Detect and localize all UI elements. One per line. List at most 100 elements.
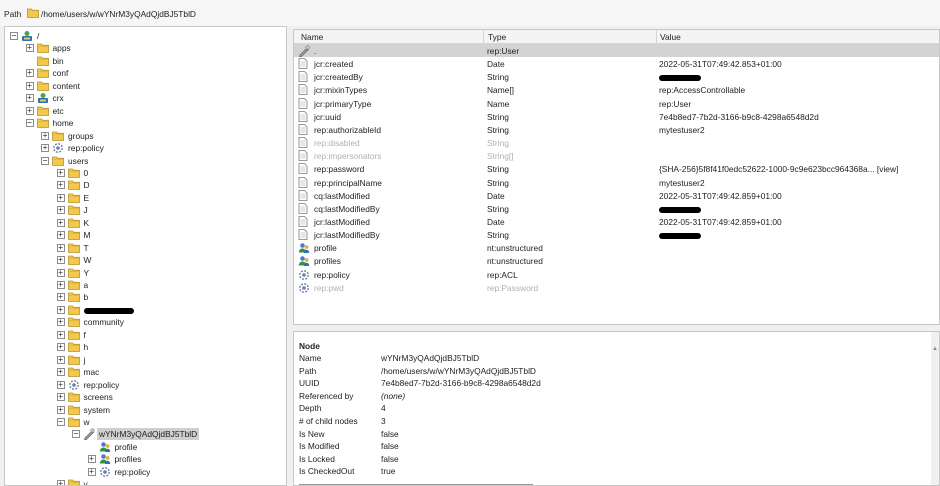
tree-node-label[interactable]: /: [37, 30, 39, 42]
property-row[interactable]: jcr:createdBy String: [294, 70, 939, 83]
expand-toggle-icon[interactable]: +: [56, 393, 65, 402]
expand-toggle-icon[interactable]: +: [56, 368, 65, 377]
property-row[interactable]: rep:impersonators String[]: [294, 149, 939, 162]
property-row[interactable]: rep:pwd rep:Password: [294, 281, 939, 294]
tree-node-label[interactable]: system: [84, 404, 111, 416]
expand-toggle-icon[interactable]: +: [56, 380, 65, 389]
path-value[interactable]: /home/users/w/wYNrM3yQAdQjdBJ5TblD: [41, 9, 196, 19]
expand-toggle-icon[interactable]: +: [56, 318, 65, 327]
tree-node[interactable]: + etc: [5, 105, 285, 117]
property-row[interactable]: rep:disabled String: [294, 136, 939, 149]
tree-node[interactable]: + M: [5, 229, 285, 241]
expand-toggle-icon[interactable]: +: [56, 193, 65, 202]
tree-node[interactable]: + a: [5, 279, 285, 291]
column-header-type[interactable]: Type: [488, 32, 506, 42]
tree-node-label[interactable]: 0: [84, 167, 89, 179]
property-row[interactable]: rep:policy rep:ACL: [294, 268, 939, 281]
tree-node-label[interactable]: screens: [84, 391, 113, 403]
tree-node[interactable]: + T: [5, 242, 285, 254]
property-row[interactable]: jcr:created Date 2022-05-31T07:49:42.853+0…: [294, 57, 939, 70]
tree-node[interactable]: + W: [5, 254, 285, 266]
property-row[interactable]: jcr:lastModified Date 2022-05-31T07:49:42.…: [294, 215, 939, 228]
tree-node-label[interactable]: rep:policy: [68, 142, 104, 154]
property-row[interactable]: jcr:lastModifiedBy String: [294, 228, 939, 241]
vertical-scrollbar[interactable]: ▲: [931, 332, 939, 485]
expand-toggle-icon[interactable]: +: [56, 330, 65, 339]
tree-node-label[interactable]: community: [84, 316, 125, 328]
tree-node-label[interactable]: [83, 304, 134, 316]
tree-node-label[interactable]: D: [84, 179, 90, 191]
tree-node[interactable]: − /: [5, 30, 285, 42]
expand-toggle-icon[interactable]: +: [56, 206, 65, 215]
tree-node-label[interactable]: E: [84, 192, 90, 204]
property-row[interactable]: . rep:User: [294, 44, 939, 58]
tree-node[interactable]: + f: [5, 329, 285, 341]
tree-node[interactable]: + conf: [5, 67, 285, 79]
collapse-toggle-icon[interactable]: −: [25, 119, 34, 128]
tree-node[interactable]: + rep:policy: [5, 466, 285, 478]
property-row[interactable]: jcr:mixinTypes Name[] rep:AccessControllab…: [294, 83, 939, 96]
tree-node[interactable]: + community: [5, 316, 285, 328]
property-row[interactable]: jcr:uuid String 7e4b8ed7-7b2d-3166-b9c8-42…: [294, 110, 939, 123]
expand-toggle-icon[interactable]: +: [56, 281, 65, 289]
tree-node-label[interactable]: M: [84, 229, 91, 241]
tree-node[interactable]: + rep:policy: [5, 379, 285, 391]
expand-toggle-icon[interactable]: +: [56, 218, 65, 227]
tree-node[interactable]: + content: [5, 80, 285, 92]
expand-toggle-icon[interactable]: +: [56, 168, 65, 177]
tree-node[interactable]: + crx: [5, 92, 285, 104]
tree-node[interactable]: + Y: [5, 267, 285, 279]
tree-node[interactable]: − home: [5, 117, 285, 129]
property-row[interactable]: cq:lastModifiedBy String: [294, 202, 939, 215]
tree-node[interactable]: + mac: [5, 366, 285, 378]
expand-toggle-icon[interactable]: +: [25, 81, 34, 90]
expand-toggle-icon[interactable]: +: [56, 305, 65, 314]
tree-node-label[interactable]: apps: [53, 42, 71, 54]
tree-node[interactable]: + groups: [5, 130, 285, 142]
collapse-toggle-icon[interactable]: −: [41, 156, 49, 165]
tree-node[interactable]: − wYNrM3yQAdQjdBJ5TblD: [5, 428, 285, 441]
expand-toggle-icon[interactable]: +: [25, 106, 34, 115]
collapse-toggle-icon[interactable]: −: [10, 32, 18, 40]
tree-node[interactable]: + E: [5, 192, 285, 204]
tree-node[interactable]: + D: [5, 179, 285, 191]
tree-node[interactable]: + b: [5, 291, 285, 303]
expand-toggle-icon[interactable]: +: [56, 293, 65, 302]
tree-node-label[interactable]: conf: [53, 67, 69, 79]
column-header-name[interactable]: Name: [301, 32, 323, 42]
tree-node-label[interactable]: groups: [68, 130, 94, 142]
expand-toggle-icon[interactable]: +: [56, 256, 65, 265]
tree-node[interactable]: +: [5, 304, 285, 316]
tree-node-label[interactable]: content: [53, 80, 80, 92]
expand-toggle-icon[interactable]: +: [56, 355, 65, 364]
tree-node[interactable]: + apps: [5, 42, 285, 54]
column-header-value[interactable]: Value: [660, 32, 681, 42]
expand-toggle-icon[interactable]: +: [56, 268, 65, 277]
tree-node-label[interactable]: y: [84, 478, 88, 485]
tree-node-label[interactable]: f: [84, 329, 86, 341]
collapse-toggle-icon[interactable]: −: [56, 417, 65, 426]
tree-node-label[interactable]: j: [84, 354, 86, 366]
tree-node-label[interactable]: rep:policy: [115, 466, 151, 478]
tree-node[interactable]: + K: [5, 217, 285, 229]
tree-node-label[interactable]: home: [53, 117, 74, 129]
property-row[interactable]: profiles nt:unstructured: [294, 254, 939, 267]
property-row[interactable]: rep:password String {SHA-256}5f8f41f0edc52…: [294, 162, 939, 175]
tree-node-label[interactable]: mac: [84, 366, 100, 378]
tree-node-label[interactable]: profile: [115, 441, 138, 453]
tree-node[interactable]: + screens: [5, 391, 285, 403]
column-divider[interactable]: [483, 30, 484, 43]
tree-node-label[interactable]: profiles: [115, 453, 142, 465]
tree-node-label[interactable]: rep:policy: [84, 379, 120, 391]
tree-node-label[interactable]: b: [84, 291, 89, 303]
expand-toggle-icon[interactable]: +: [56, 231, 65, 240]
expand-toggle-icon[interactable]: +: [41, 131, 49, 140]
tree-node-label[interactable]: W: [84, 254, 92, 266]
tree-node-label[interactable]: users: [68, 155, 88, 167]
expand-toggle-icon[interactable]: +: [25, 69, 34, 78]
expand-toggle-icon[interactable]: +: [41, 144, 49, 153]
expand-toggle-icon[interactable]: +: [56, 243, 65, 252]
expand-toggle-icon[interactable]: +: [25, 94, 34, 103]
tree-node-label[interactable]: J: [84, 204, 88, 216]
property-row[interactable]: rep:authorizableId String mytestuser2: [294, 123, 939, 136]
